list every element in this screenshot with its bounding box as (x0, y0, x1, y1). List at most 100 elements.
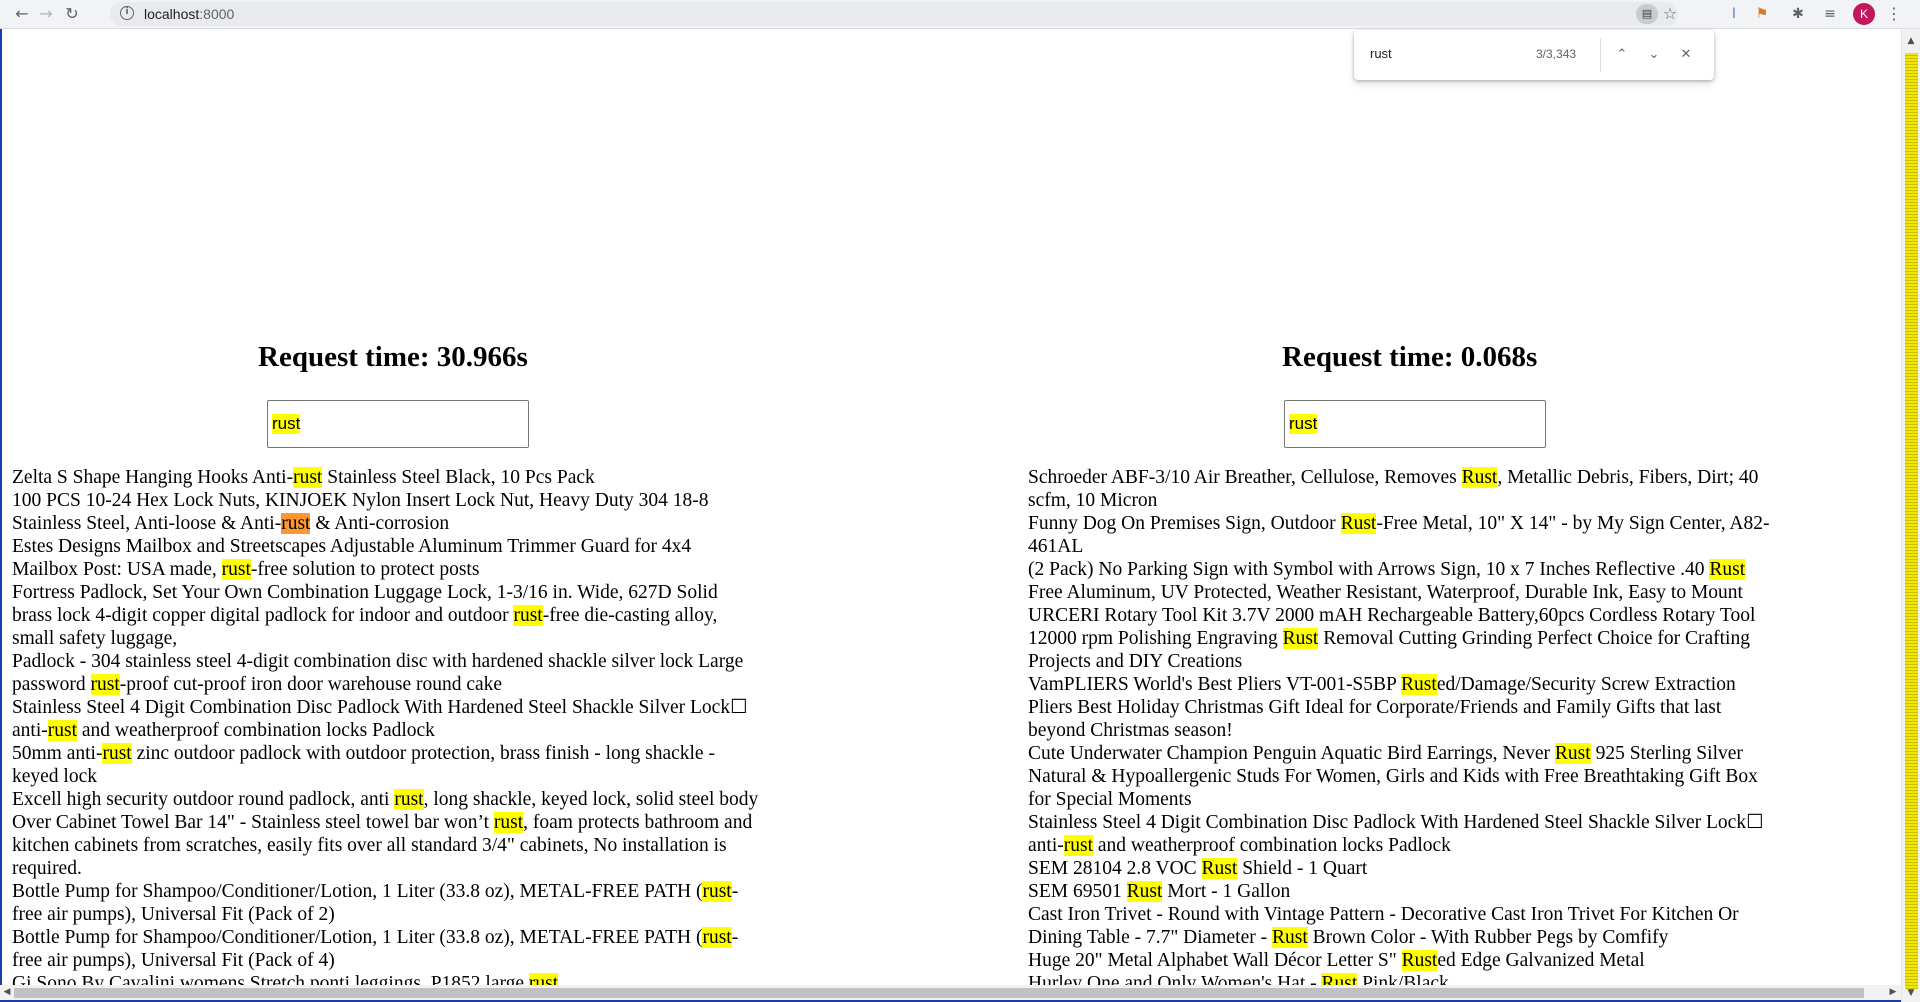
match-highlight: Rust (1282, 628, 1319, 649)
results-list: Schroeder ABF-3/10 Air Breather, Cellulo… (1028, 466, 1770, 995)
result-line: password rust-proof cut-proof iron door … (12, 673, 758, 696)
find-input[interactable]: rust (1370, 46, 1392, 61)
scroll-up-arrow-icon[interactable]: ▲ (1905, 35, 1917, 47)
current-match-highlight: rust (281, 513, 311, 534)
result-text: , Metallic Debris, Fibers, Dirt; 40 (1497, 467, 1759, 488)
result-text: 50mm anti- (12, 743, 103, 764)
result-text: free air pumps), Universal Fit (Pack of … (12, 904, 335, 925)
result-text: -Free Metal, 10" X 14" - by My Sign Cent… (1376, 513, 1770, 534)
kebab-menu-icon[interactable]: ⋮ (1886, 2, 1902, 26)
result-line: anti-rust and weatherproof combination l… (12, 719, 758, 742)
result-text: -free solution to protect posts (250, 559, 480, 580)
reading-list-icon[interactable]: ≡ (1820, 4, 1840, 24)
match-highlight: rust (221, 559, 251, 580)
avatar[interactable]: K (1853, 3, 1875, 25)
result-text: Bottle Pump for Shampoo/Conditioner/Loti… (12, 881, 703, 902)
match-highlight: Rust (1201, 858, 1238, 879)
match-highlight: Rust (1401, 674, 1437, 695)
arrow-right-icon[interactable]: → (34, 2, 58, 26)
vertical-scrollbar[interactable]: ▲ ▼ (1901, 29, 1920, 1002)
result-text: 925 Sterling Silver (1590, 743, 1743, 764)
match-highlight: Rust (1340, 513, 1377, 534)
result-line: Free Aluminum, UV Protected, Weather Res… (1028, 581, 1770, 604)
result-text: password (12, 674, 91, 695)
find-match-count: 3/3,343 (1536, 47, 1577, 61)
result-line: 50mm anti-rust zinc outdoor padlock with… (12, 742, 758, 765)
chevron-up-icon[interactable]: ⌃ (1610, 43, 1634, 67)
extension-icon[interactable]: ⚑ (1752, 4, 1772, 24)
chevron-down-icon[interactable]: ⌄ (1642, 43, 1666, 67)
page-viewport: Request time: 30.966s rust Zelta S Shape… (0, 29, 1920, 1002)
match-highlight: rust (493, 812, 524, 833)
match-highlight: rust (702, 927, 732, 948)
result-line: kitchen cabinets from scratches, easily … (12, 834, 758, 857)
info-icon[interactable]: i (120, 6, 134, 20)
result-text: beyond Christmas season! (1028, 720, 1233, 741)
request-time-title: Request time: 30.966s (258, 341, 528, 373)
result-text: Cute Underwater Champion Penguin Aquatic… (1028, 743, 1555, 764)
match-highlight: rust (513, 605, 543, 626)
result-line: Schroeder ABF-3/10 Air Breather, Cellulo… (1028, 466, 1770, 489)
result-text: Schroeder ABF-3/10 Air Breather, Cellulo… (1028, 467, 1462, 488)
result-line: Mailbox Post: USA made, rust-free soluti… (12, 558, 758, 581)
horizontal-scroll-thumb[interactable] (14, 988, 1864, 998)
result-text: Bottle Pump for Shampoo/Conditioner/Loti… (12, 927, 703, 948)
result-line: Bottle Pump for Shampoo/Conditioner/Loti… (12, 880, 758, 903)
result-line: for Special Moments (1028, 788, 1770, 811)
result-text: Padlock - 304 stainless steel 4-digit co… (12, 651, 744, 672)
horizontal-scrollbar[interactable]: ◀ ▶ (0, 985, 1901, 1000)
result-text: - (731, 927, 739, 948)
result-line: Cute Underwater Champion Penguin Aquatic… (1028, 742, 1770, 765)
reload-icon[interactable]: ↻ (60, 2, 84, 26)
result-text: kitchen cabinets from scratches, easily … (12, 835, 727, 856)
result-line: SEM 69501 Rust Mort - 1 Gallon (1028, 880, 1770, 903)
result-text: SEM 69501 (1028, 881, 1127, 902)
result-text: Fortress Padlock, Set Your Own Combinati… (12, 582, 718, 603)
search-input[interactable]: rust (267, 400, 529, 448)
puzzle-icon[interactable]: ✱ (1788, 4, 1808, 24)
match-highlight: rust (102, 743, 132, 764)
result-line: SEM 28104 2.8 VOC Rust Shield - 1 Quart (1028, 857, 1770, 880)
results-list: Zelta S Shape Hanging Hooks Anti-rust St… (12, 466, 758, 995)
result-text: URCERI Rotary Tool Kit 3.7V 2000 mAH Rec… (1028, 605, 1756, 626)
address-bar[interactable]: i localhost:8000 ▤ ☆ (110, 2, 1678, 26)
match-highlight: Rust (1461, 467, 1498, 488)
result-line: Stainless Steel, Anti-loose & Anti-rust … (12, 512, 758, 535)
result-text: (2 Pack) No Parking Sign with Symbol wit… (1028, 559, 1710, 580)
result-text: required. (12, 858, 82, 879)
scroll-left-arrow-icon[interactable]: ◀ (1, 986, 13, 998)
find-match-markers (1905, 53, 1918, 989)
arrow-left-icon[interactable]: ← (10, 2, 34, 26)
match-highlight: Rust (1126, 881, 1163, 902)
result-text: ed/Damage/Security Screw Extraction (1436, 674, 1736, 695)
result-line: scfm, 10 Micron (1028, 489, 1770, 512)
result-text: Brown Color - With Rubber Pegs by Comfif… (1307, 927, 1669, 948)
find-divider (1600, 38, 1601, 72)
result-text: Funny Dog On Premises Sign, Outdoor (1028, 513, 1341, 534)
scroll-down-arrow-icon[interactable]: ▼ (1905, 987, 1917, 999)
star-icon[interactable]: ☆ (1660, 2, 1680, 26)
result-text: Mort - 1 Gallon (1162, 881, 1291, 902)
search-input-value: rust (1289, 414, 1318, 434)
result-text: zinc outdoor padlock with outdoor protec… (131, 743, 715, 764)
find-in-page-icon[interactable]: ▤ (1636, 4, 1658, 24)
result-text: and weatherproof combination locks Padlo… (76, 720, 435, 741)
address-url[interactable]: localhost:8000 (144, 5, 234, 23)
close-icon[interactable]: ✕ (1674, 43, 1698, 67)
result-line: anti-rust and weatherproof combination l… (1028, 834, 1770, 857)
result-text: Stainless Steel 4 Digit Combination Disc… (12, 697, 748, 718)
result-text: brass lock 4-digit copper digital padloc… (12, 605, 514, 626)
result-line: free air pumps), Universal Fit (Pack of … (12, 903, 758, 926)
result-text: -proof cut-proof iron door warehouse rou… (119, 674, 503, 695)
result-line: free air pumps), Universal Fit (Pack of … (12, 949, 758, 972)
result-line: keyed lock (12, 765, 758, 788)
translate-icon[interactable]: ا (1724, 4, 1744, 24)
url-host: localhost (144, 6, 200, 22)
result-text: Dining Table - 7.7" Diameter - (1028, 927, 1272, 948)
result-text: 100 PCS 10-24 Hex Lock Nuts, KINJOEK Nyl… (12, 490, 709, 511)
scroll-right-arrow-icon[interactable]: ▶ (1887, 986, 1899, 998)
result-text: Removal Cutting Grinding Perfect Choice … (1318, 628, 1750, 649)
result-line: small safety luggage, (12, 627, 758, 650)
match-highlight: Rust (1709, 559, 1746, 580)
search-input[interactable]: rust (1284, 400, 1546, 448)
